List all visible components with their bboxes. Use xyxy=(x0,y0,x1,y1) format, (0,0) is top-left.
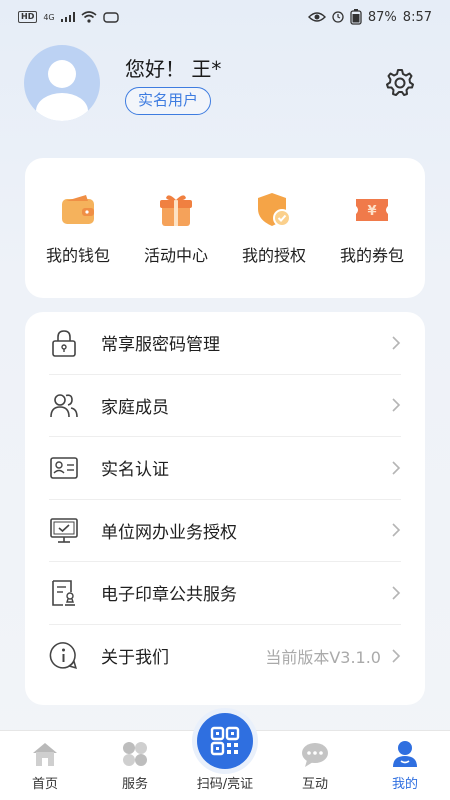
verified-badge[interactable]: 实名用户 xyxy=(125,87,212,115)
tab-label: 服务 xyxy=(121,777,148,792)
hd-indicator: HD xyxy=(18,11,38,23)
chevron-right-icon xyxy=(392,398,401,412)
avatar[interactable] xyxy=(24,45,100,121)
settings-menu-card: 常享服密码管理 家庭成员 实名认证 单位网办业务授权 电子印章公共服务 关于我们… xyxy=(25,312,425,705)
tab-label: 首页 xyxy=(31,777,58,792)
menu-item-label: 单位网办业务授权 xyxy=(101,522,237,543)
signal-icon xyxy=(60,12,75,22)
menu-item-label: 常享服密码管理 xyxy=(101,335,220,356)
chevron-right-icon xyxy=(392,461,401,475)
home-icon xyxy=(33,743,57,766)
quick-item-label: 我的券包 xyxy=(339,246,404,265)
chevron-right-icon xyxy=(392,523,401,537)
tab-interaction[interactable]: 互动 xyxy=(275,739,355,792)
battery-icon xyxy=(350,9,362,25)
seal-document-icon xyxy=(52,579,75,606)
default-avatar-icon xyxy=(36,60,88,121)
menu-item-e-seal-service[interactable]: 电子印章公共服务 xyxy=(49,562,401,625)
battery-level: 87% xyxy=(367,9,397,25)
quick-actions-card: 我的钱包 活动中心 我的授权 ¥ 我的券包 xyxy=(25,158,425,298)
nfc-icon xyxy=(102,12,119,23)
menu-item-unit-authorization[interactable]: 单位网办业务授权 xyxy=(49,500,401,562)
menu-item-family-members[interactable]: 家庭成员 xyxy=(49,375,401,437)
chat-icon xyxy=(302,743,328,767)
lock-icon xyxy=(52,329,76,357)
quick-item-authorization[interactable]: 我的授权 xyxy=(228,190,320,266)
monitor-check-icon xyxy=(50,518,78,544)
menu-item-label: 家庭成员 xyxy=(101,397,169,418)
bottom-tab-bar: 首页 服务 扫码/亮证 互动 我的 xyxy=(0,713,450,800)
quick-item-wallet[interactable]: 我的钱包 xyxy=(32,190,124,266)
coupon-icon: ¥ xyxy=(356,199,388,221)
quick-item-label: 我的钱包 xyxy=(45,246,110,265)
settings-button[interactable] xyxy=(384,67,416,99)
greeting-text: 您好！ 王* xyxy=(125,57,222,81)
tab-home[interactable]: 首页 xyxy=(5,739,85,792)
app-version-text: 当前版本V3.1.0 xyxy=(265,647,381,667)
wallet-icon xyxy=(62,195,94,224)
family-icon xyxy=(50,394,78,418)
eye-icon xyxy=(307,12,326,22)
id-card-icon xyxy=(50,456,78,479)
chevron-right-icon xyxy=(392,586,401,600)
scan-button[interactable] xyxy=(197,713,253,769)
shield-check-icon xyxy=(258,193,291,227)
chevron-right-icon xyxy=(392,336,401,350)
menu-item-label: 实名认证 xyxy=(101,460,169,481)
tab-scan[interactable]: 扫码/亮证 xyxy=(185,713,265,792)
info-icon xyxy=(49,641,77,669)
svg-text:¥: ¥ xyxy=(367,204,376,219)
tab-label: 我的 xyxy=(391,777,418,792)
quick-item-label: 活动中心 xyxy=(143,246,208,265)
signal-type: 4G xyxy=(43,12,55,22)
qr-code-icon xyxy=(210,726,240,756)
gear-icon xyxy=(386,69,414,96)
wifi-icon xyxy=(81,11,97,23)
quick-item-label: 我的授权 xyxy=(241,246,306,265)
tab-label: 互动 xyxy=(301,777,328,792)
user-icon xyxy=(393,741,417,767)
menu-item-about-us[interactable]: 关于我们 当前版本V3.1.0 xyxy=(49,625,401,688)
tab-label: 扫码/亮证 xyxy=(196,777,254,792)
menu-item-real-name-auth[interactable]: 实名认证 xyxy=(49,437,401,500)
chevron-right-icon xyxy=(392,649,401,663)
menu-item-label: 电子印章公共服务 xyxy=(101,585,237,606)
gift-icon xyxy=(160,195,192,226)
profile-header: 您好！ 王* 实名用户 xyxy=(24,45,426,125)
menu-item-label: 关于我们 xyxy=(101,648,169,669)
tab-services[interactable]: 服务 xyxy=(95,739,175,792)
quick-item-coupons[interactable]: ¥ 我的券包 xyxy=(326,190,418,266)
tab-mine[interactable]: 我的 xyxy=(365,739,445,792)
grid-icon xyxy=(123,742,147,766)
menu-item-password-management[interactable]: 常享服密码管理 xyxy=(49,312,401,375)
alarm-icon xyxy=(332,11,344,23)
status-bar: HD 4G 87% 8:57 xyxy=(0,0,450,34)
clock: 8:57 xyxy=(402,9,432,25)
quick-item-activity-center[interactable]: 活动中心 xyxy=(130,190,222,266)
